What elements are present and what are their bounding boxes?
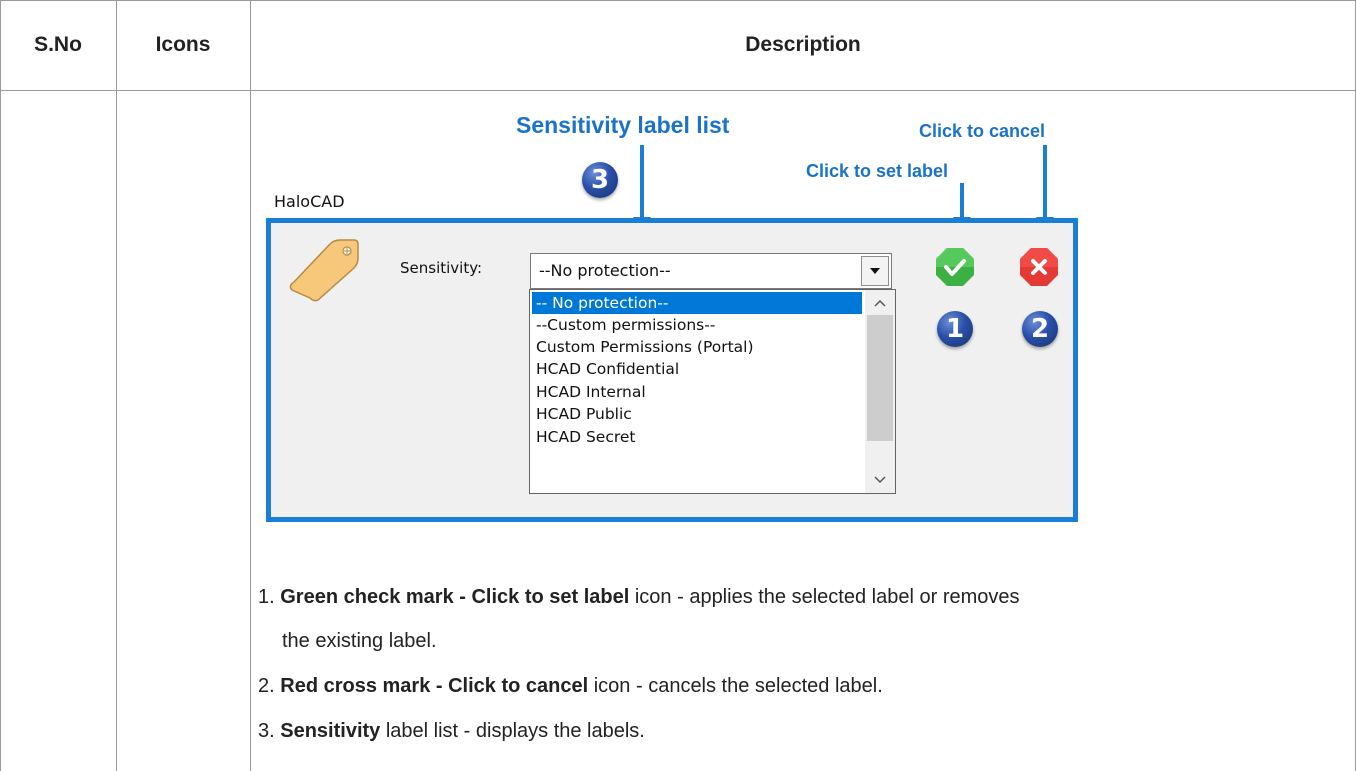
step-bold: Sensitivity [280, 720, 381, 742]
chevron-up-icon [874, 299, 886, 307]
badge-2: 2 [1022, 311, 1058, 347]
sensitivity-combobox[interactable]: --No protection-- [530, 253, 892, 289]
list-scrollbar[interactable] [865, 290, 895, 493]
badge-3: 3 [582, 162, 618, 198]
app-title: HaloCAD [274, 192, 345, 211]
step-text: icon - applies the selected label or rem… [629, 586, 1020, 608]
step-2: 2. Red cross mark - Click to cancel icon… [258, 675, 883, 698]
step-text: the existing label. [282, 630, 437, 652]
callout-cancel: Click to cancel [919, 121, 1046, 141]
step-bold: Red cross mark - Click to cancel [280, 675, 589, 697]
dropdown-button[interactable] [861, 256, 889, 286]
badge-1: 1 [937, 311, 973, 347]
column-divider-2 [250, 0, 251, 771]
table-border-left [0, 0, 1, 771]
step-number: 1. [258, 586, 275, 608]
set-label-button[interactable] [934, 246, 976, 288]
cancel-button[interactable] [1018, 246, 1060, 288]
callout-set-label: Click to set label [806, 161, 949, 181]
callout-sensitivity-list: Sensitivity label list [516, 112, 730, 138]
sensitivity-label: Sensitivity: [400, 259, 483, 277]
scroll-up-button[interactable] [865, 292, 895, 314]
list-item-hcad-internal[interactable]: HCAD Internal [532, 381, 646, 403]
list-item-hcad-public[interactable]: HCAD Public [532, 403, 632, 425]
header-divider [0, 90, 1356, 91]
chevron-down-icon [870, 268, 880, 274]
list-item-no-protection[interactable]: -- No protection-- [532, 292, 862, 314]
step-number: 3. [258, 720, 275, 742]
step-1: 1. Green check mark - Click to set label… [258, 586, 1020, 609]
header-sno: S.No [34, 33, 82, 56]
list-item-custom-permissions[interactable]: --Custom permissions-- [532, 314, 715, 336]
list-item-hcad-confidential[interactable]: HCAD Confidential [532, 358, 679, 380]
header-icons: Icons [155, 33, 211, 56]
step-1-continued: the existing label. [282, 630, 437, 653]
step-text: label list - displays the labels. [380, 720, 645, 742]
scroll-thumb[interactable] [867, 315, 893, 441]
sensitivity-label-list[interactable]: -- No protection-- --Custom permissions-… [529, 289, 896, 494]
scroll-down-button[interactable] [865, 469, 895, 491]
step-number: 2. [258, 675, 275, 697]
step-bold: Green check mark - Click to set label [280, 586, 630, 608]
list-item-custom-permissions-portal[interactable]: Custom Permissions (Portal) [532, 336, 754, 358]
chevron-down-icon [874, 476, 886, 484]
tag-icon [289, 239, 359, 302]
combobox-value: --No protection-- [539, 261, 671, 280]
column-divider-1 [116, 0, 117, 771]
header-description: Description [745, 33, 861, 56]
list-item-hcad-secret[interactable]: HCAD Secret [532, 426, 636, 448]
step-3: 3. Sensitivity label list - displays the… [258, 720, 645, 743]
step-text: icon - cancels the selected label. [588, 675, 883, 697]
